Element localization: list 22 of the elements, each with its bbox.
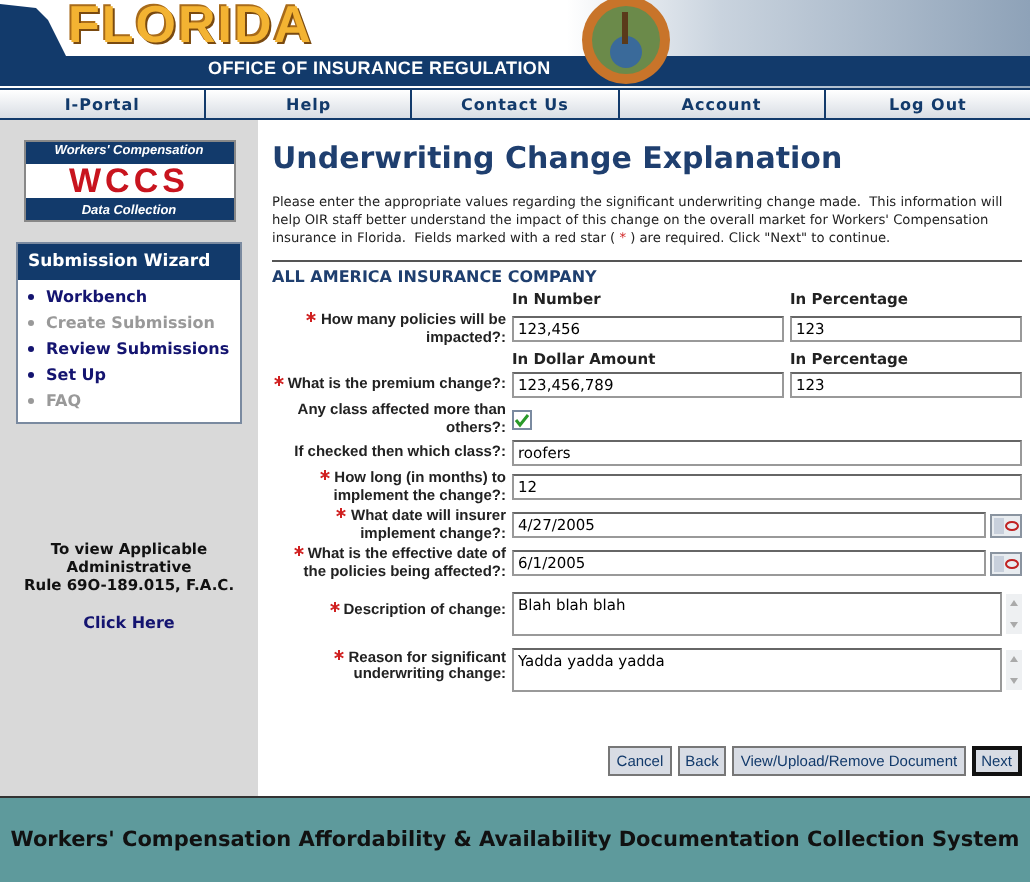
calendar-icon[interactable] [990, 513, 1022, 537]
wizard-link[interactable]: Workbench [28, 288, 230, 306]
wizard-link[interactable]: Review Submissions [28, 340, 230, 358]
scrollbar-icon[interactable] [1006, 594, 1022, 634]
scrollbar-icon[interactable] [1006, 650, 1022, 690]
wizard-link[interactable]: Set Up [28, 366, 230, 384]
nav-tab[interactable]: Log Out [825, 90, 1030, 118]
nav-tab[interactable]: Help [206, 90, 411, 118]
click-here-link[interactable]: Click Here [83, 614, 175, 632]
calendar-icon[interactable] [990, 551, 1022, 575]
footer-title: Workers' Compensation Affordability & Availability Documentation Collection System [10, 828, 1020, 852]
company-name: ALL AMERICA INSURANCE COMPANY [272, 268, 599, 286]
nav-tab[interactable]: Account [619, 90, 824, 118]
nav-tab[interactable]: I-Portal [0, 90, 205, 118]
panel-title: Submission Wizard [18, 244, 240, 280]
checkbox[interactable] [512, 409, 532, 429]
logo-wordmark: WCCS [25, 164, 233, 198]
nav-tab[interactable]: Contact Us [412, 90, 618, 118]
page-title: Underwriting Change Explanation [272, 140, 845, 176]
seal-icon [580, 0, 672, 88]
state-logo-text: FLORIDA [68, 0, 314, 56]
office-title: OFFICE OF INSURANCE REGULATION [208, 58, 551, 78]
